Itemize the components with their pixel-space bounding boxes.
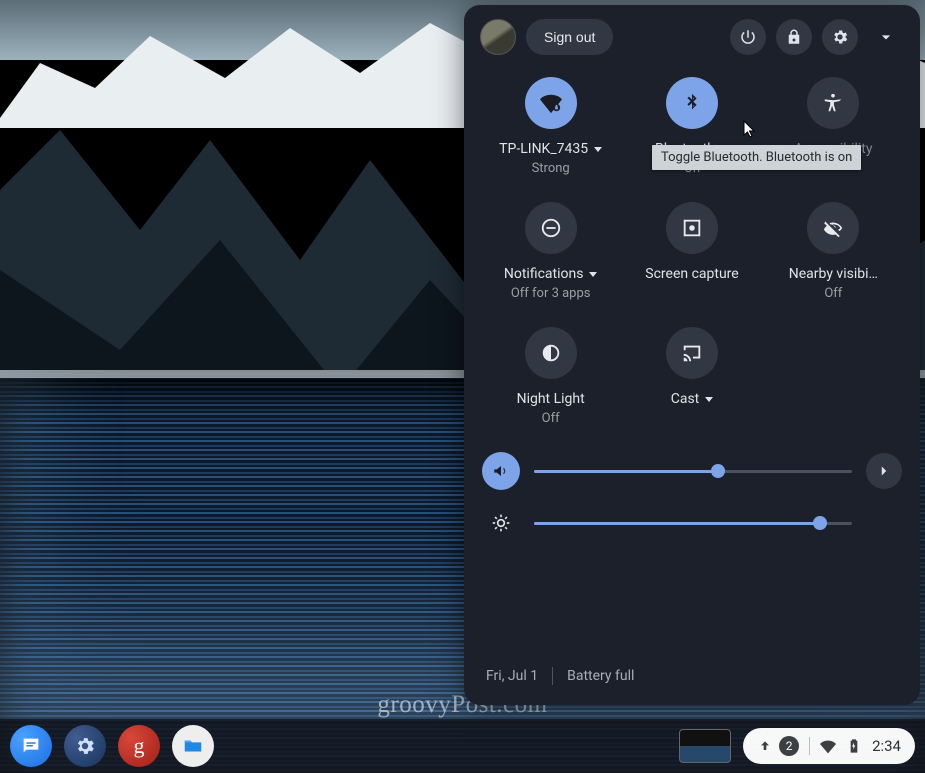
wifi-lock-icon — [540, 92, 562, 114]
brightness-icon — [491, 513, 511, 533]
app-settings[interactable] — [64, 725, 106, 767]
panel-footer: Fri, Jul 1 Battery full — [464, 651, 920, 701]
network-toggle[interactable] — [525, 77, 577, 129]
app-groovypost[interactable]: g — [118, 725, 160, 767]
up-arrow-icon — [757, 738, 773, 754]
volume-icon — [491, 461, 511, 481]
folder-icon — [182, 735, 204, 757]
gear-icon — [74, 735, 96, 757]
volume-slider-row — [482, 452, 902, 490]
screen-capture-label: Screen capture — [645, 266, 738, 282]
signout-button[interactable]: Sign out — [526, 19, 613, 55]
gear-icon — [831, 28, 849, 46]
letter-g-icon: g — [134, 733, 145, 759]
collapse-button[interactable] — [868, 19, 904, 55]
nearby-toggle[interactable] — [807, 202, 859, 254]
cast-icon — [681, 342, 703, 364]
tile-screen-capture: Screen capture — [621, 202, 762, 301]
audio-settings-button[interactable] — [866, 453, 902, 489]
tile-night-light: Night Light Off — [480, 327, 621, 426]
divider — [809, 737, 810, 755]
accessibility-toggle[interactable] — [807, 77, 859, 129]
power-icon — [739, 28, 757, 46]
battery-charging-icon — [846, 738, 862, 754]
chevron-right-icon — [875, 462, 893, 480]
screen-capture-button[interactable] — [666, 202, 718, 254]
nearby-sub: Off — [824, 286, 842, 301]
tile-notifications: Notifications Off for 3 apps — [480, 202, 621, 301]
status-tray[interactable]: 2 2:34 — [743, 728, 915, 764]
user-avatar[interactable] — [480, 19, 516, 55]
sliders-section — [464, 426, 920, 542]
network-label[interactable]: TP-LINK_7435 — [499, 141, 602, 157]
bluetooth-toggle[interactable] — [666, 77, 718, 129]
brightness-icon-button[interactable] — [482, 504, 520, 542]
notification-count: 2 — [779, 736, 799, 756]
volume-icon-button[interactable] — [482, 452, 520, 490]
app-messages[interactable] — [10, 725, 52, 767]
night-light-icon — [540, 342, 562, 364]
battery-text: Battery full — [567, 668, 634, 684]
settings-button[interactable] — [822, 19, 858, 55]
chevron-down-icon — [876, 27, 896, 47]
cursor-icon — [743, 120, 759, 144]
night-light-sub: Off — [542, 411, 560, 426]
notifications-toggle[interactable] — [525, 202, 577, 254]
shelf-apps: g — [10, 725, 214, 767]
shelf: g 2 2:34 — [0, 719, 925, 773]
chevron-down-icon — [594, 147, 602, 152]
wifi-icon — [820, 738, 836, 754]
night-light-label[interactable]: Night Light — [517, 391, 585, 407]
bluetooth-tooltip: Toggle Bluetooth. Bluetooth is on — [652, 145, 861, 170]
chat-icon — [20, 735, 42, 757]
visibility-off-icon — [822, 217, 844, 239]
brightness-slider[interactable] — [534, 522, 852, 525]
lock-button[interactable] — [776, 19, 812, 55]
chevron-down-icon — [589, 272, 597, 277]
dnd-icon — [540, 217, 562, 239]
tile-nearby: Nearby visibi… Off — [763, 202, 904, 301]
power-button[interactable] — [730, 19, 766, 55]
tile-network: TP-LINK_7435 Strong — [480, 77, 621, 176]
nearby-label[interactable]: Nearby visibi… — [789, 266, 878, 282]
shelf-status: 2 2:34 — [679, 728, 915, 764]
notification-indicator[interactable]: 2 — [757, 736, 799, 756]
network-sub: Strong — [532, 161, 570, 176]
panel-header: Sign out — [464, 5, 920, 69]
quick-settings-panel: Sign out TP-LINK_7435 Strong — [464, 5, 920, 705]
screen-capture-icon — [681, 217, 703, 239]
wallpaper-thumbnail[interactable] — [679, 729, 731, 763]
chevron-down-icon — [705, 397, 713, 402]
app-files[interactable] — [172, 725, 214, 767]
cast-label[interactable]: Cast — [671, 391, 714, 407]
feature-tiles: TP-LINK_7435 Strong Bluetooth On Accessi… — [464, 69, 920, 426]
bluetooth-icon — [681, 92, 703, 114]
clock-text: 2:34 — [872, 737, 901, 755]
volume-slider[interactable] — [534, 470, 852, 473]
tile-cast: Cast — [621, 327, 762, 426]
notifications-sub: Off for 3 apps — [511, 286, 591, 301]
accessibility-icon — [822, 92, 844, 114]
cast-button[interactable] — [666, 327, 718, 379]
brightness-slider-row — [482, 504, 902, 542]
date-text: Fri, Jul 1 — [486, 668, 538, 684]
notifications-label[interactable]: Notifications — [504, 266, 598, 282]
night-light-toggle[interactable] — [525, 327, 577, 379]
lock-icon — [785, 28, 803, 46]
divider — [552, 667, 553, 685]
